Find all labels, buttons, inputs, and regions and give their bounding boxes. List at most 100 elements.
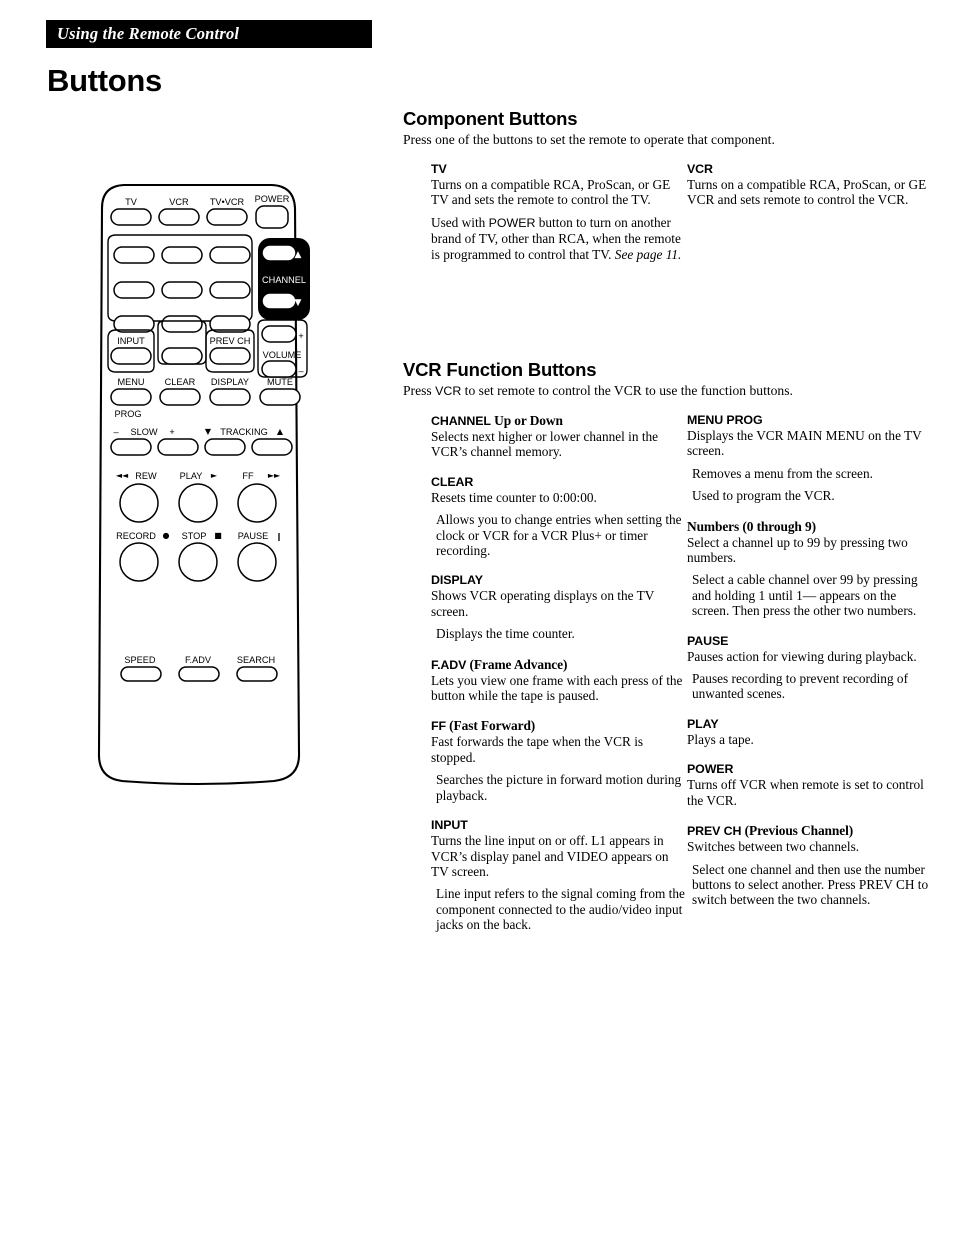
vcr-entry-term: Numbers (0 through 9) — [687, 519, 929, 535]
entry-vcr-term: VCR — [687, 162, 713, 176]
remote-label-prev-ch: PREV CH — [210, 336, 251, 346]
remote-label-volume: VOLUME — [263, 350, 302, 360]
vcr-function-lead: Press VCR to set remote to control the V… — [403, 383, 923, 399]
entry-spacer — [687, 619, 929, 627]
component-column-right: VCR Turns on a compatible RCA, ProScan, … — [687, 162, 929, 215]
remote-label-clear: CLEAR — [165, 377, 196, 387]
remote-button-search[interactable] — [236, 666, 278, 682]
vcr-entry-paragraph: Resets time counter to 0:00:00. — [431, 489, 597, 505]
remote-button-pause[interactable] — [237, 542, 277, 582]
remote-label-rew: REW — [135, 471, 157, 481]
remote-label-tv: TV — [125, 197, 138, 207]
entry-tv-p2-a: Used with — [431, 214, 489, 230]
entry-spacer — [431, 703, 686, 711]
fast-forward-arrows-icon: ►► — [268, 471, 281, 480]
vcr-entry: CLEAR Resets time counter to 0:00:00. Allo… — [431, 475, 686, 567]
vcr-function-heading: VCR Function Buttons — [403, 359, 597, 380]
vcr-lead-c: to set remote to control the VCR to use … — [461, 383, 793, 398]
remote-button-input[interactable] — [110, 347, 152, 365]
remote-button-num-6[interactable] — [209, 281, 251, 299]
vcr-entry-paragraph: Select a channel up to 99 by pressing tw… — [687, 534, 908, 566]
remote-button-tracking-up[interactable] — [251, 438, 293, 456]
running-head-text: Using the Remote Control — [57, 24, 240, 43]
vcr-entry-paragraph: Shows VCR operating displays on the TV s… — [431, 588, 655, 619]
vcr-lead-a: Press — [403, 383, 436, 398]
remote-label-stop: STOP — [182, 531, 207, 541]
remote-button-tv-vcr[interactable] — [206, 208, 248, 226]
remote-button-num-0[interactable] — [161, 347, 203, 365]
vcr-entry-term: FF (Fast Forward) — [431, 718, 686, 734]
remote-button-power[interactable] — [255, 205, 289, 229]
remote-button-stop[interactable] — [178, 542, 218, 582]
vcr-entry-term: PREV CH (Previous Channel) — [687, 823, 929, 839]
vcr-entry-paragraph: Line input refers to the signal coming f… — [436, 886, 685, 933]
vcr-entry: FF (Fast Forward) Fast forwards the tape … — [431, 718, 686, 811]
remote-button-record[interactable] — [119, 542, 159, 582]
remote-button-slow-plus[interactable] — [157, 438, 199, 456]
vcr-entry: POWER Turns off VCR when remote is set to… — [687, 762, 929, 816]
vcr-entry-term: PLAY — [687, 717, 929, 732]
remote-button-speed[interactable] — [120, 666, 162, 682]
remote-button-volume-down[interactable] — [261, 360, 297, 378]
remote-label-record: RECORD — [116, 531, 156, 541]
vcr-entry-term: POWER — [687, 762, 929, 777]
remote-label-tracking: TRACKING — [220, 427, 267, 437]
record-dot-icon: ● — [163, 531, 170, 540]
entry-spacer — [687, 702, 929, 710]
rewind-arrows-icon: ◄◄ — [116, 471, 129, 480]
vcr-column-left: CHANNEL Up or Down Selects next higher or… — [431, 413, 686, 948]
volume-minus-icon: – — [298, 366, 304, 376]
remote-button-tv[interactable] — [110, 208, 152, 226]
vcr-entry-paragraph: Selects next higher or lower channel in … — [431, 429, 659, 460]
remote-button-num-8[interactable] — [161, 315, 203, 333]
remote-button-num-2[interactable] — [161, 246, 203, 264]
vcr-entry-paragraph: Searches the picture in forward motion d… — [436, 772, 682, 803]
remote-button-prev-ch[interactable] — [209, 347, 251, 365]
remote-label-channel: CHANNEL — [262, 275, 306, 285]
remote-button-num-5[interactable] — [161, 281, 203, 299]
remote-button-display[interactable] — [209, 388, 251, 406]
entry-spacer — [687, 908, 929, 916]
vcr-entry-term-main: PAUSE — [687, 633, 729, 648]
vcr-entry-term: INPUT — [431, 818, 686, 833]
remote-button-slow-minus[interactable] — [110, 438, 152, 456]
remote-button-vcr[interactable] — [158, 208, 200, 226]
remote-button-rew[interactable] — [119, 483, 159, 523]
vcr-entry-paragraph: Select a cable channel over 99 by pressi… — [692, 572, 918, 619]
vcr-entry-term: PAUSE — [687, 634, 929, 649]
remote-button-f-adv[interactable] — [178, 666, 220, 682]
vcr-entry: PREV CH (Previous Channel) Switches betwe… — [687, 823, 929, 916]
vcr-entry: DISPLAY Shows VCR operating displays on t… — [431, 573, 686, 649]
channel-up-triangle-icon: ▲ — [295, 250, 302, 260]
vcr-entry-paragraph: Turns the line input on or off. L1 appea… — [431, 833, 669, 879]
remote-label-slow: SLOW — [130, 427, 157, 437]
remote-button-num-1[interactable] — [113, 246, 155, 264]
entry-tv-p2: Used with POWER button to turn on anothe… — [431, 215, 686, 262]
vcr-entry-term-main: PLAY — [687, 716, 719, 731]
channel-down-triangle-icon: ▼ — [295, 298, 302, 308]
tracking-down-triangle-icon: ▼ — [205, 427, 212, 436]
remote-button-tracking-down[interactable] — [204, 438, 246, 456]
remote-button-channel-down[interactable] — [261, 292, 297, 310]
vcr-entry-paragraph: Displays the time counter. — [436, 626, 575, 642]
entry-spacer — [687, 504, 929, 512]
remote-button-mute[interactable] — [259, 388, 301, 406]
vcr-column-right: MENU PROG Displays the VCR MAIN MENU on t… — [687, 413, 929, 923]
remote-button-num-4[interactable] — [113, 281, 155, 299]
vcr-entry-term-main: FF — [431, 719, 446, 734]
remote-button-volume-up[interactable] — [261, 325, 297, 343]
remote-button-play[interactable] — [178, 483, 218, 523]
remote-button-channel-up[interactable] — [261, 244, 297, 262]
remote-button-clear[interactable] — [159, 388, 201, 406]
vcr-entry-paragraph: Pauses action for viewing during playbac… — [687, 648, 917, 664]
vcr-entry-term-main: CLEAR — [431, 474, 474, 489]
vcr-entry-paragraph: Used to program the VCR. — [692, 488, 835, 504]
vcr-entry-term-main: DISPLAY — [431, 573, 483, 588]
volume-plus-icon: + — [298, 331, 303, 341]
remote-button-menu-prog[interactable] — [110, 388, 152, 406]
vcr-entry-term-main: PREV CH — [687, 824, 742, 839]
vcr-entry-paragraph: Allows you to change entries when settin… — [436, 512, 682, 559]
remote-label-power: POWER — [255, 194, 290, 204]
remote-button-ff[interactable] — [237, 483, 277, 523]
remote-button-num-3[interactable] — [209, 246, 251, 264]
